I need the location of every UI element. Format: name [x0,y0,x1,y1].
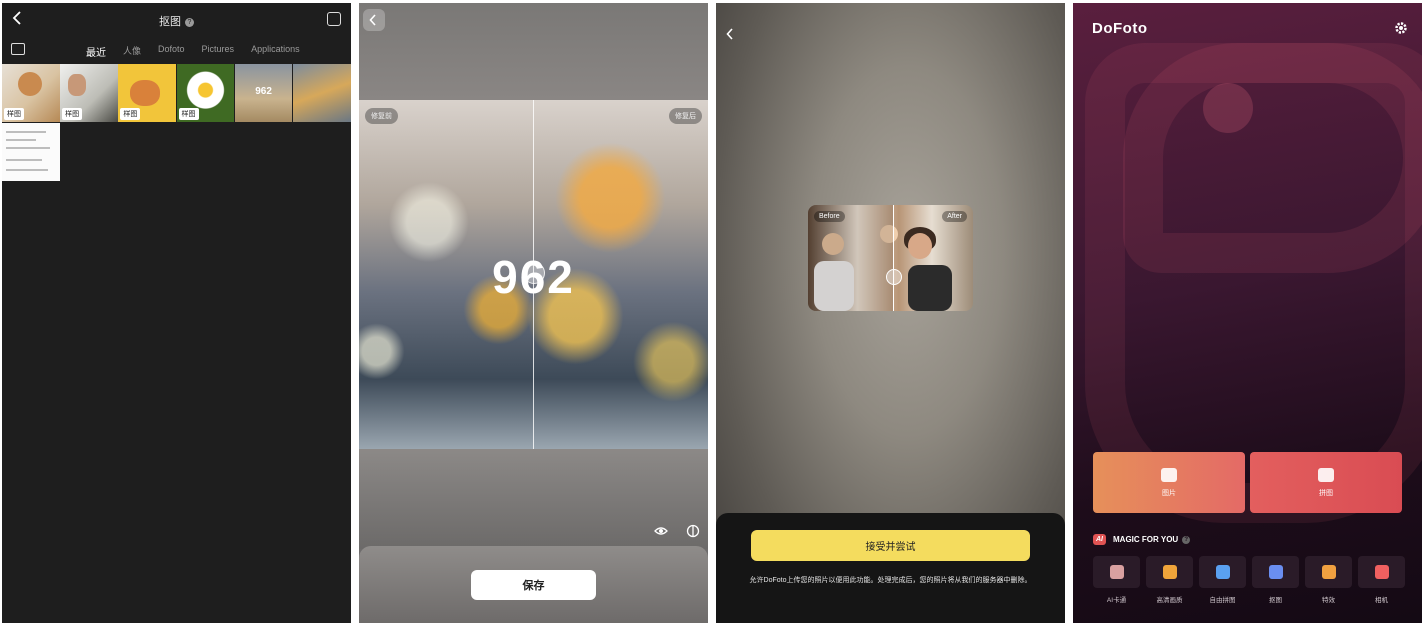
photo-thumbnail[interactable]: 样图 [2,64,60,122]
ai-badge: AI [1093,534,1106,545]
camera-icon [1374,565,1389,579]
tool-free-collage[interactable]: 自由拼图 [1199,556,1246,604]
save-button[interactable]: 保存 [471,570,596,600]
decorative-shape [1123,43,1422,273]
tool-label: 自由拼图 [1209,597,1236,604]
compare-slider-handle[interactable] [523,262,545,284]
tool-label: AI卡通 [1106,597,1127,604]
tool-ai-cartoon[interactable]: AI卡通 [1093,556,1140,604]
photo-card-label: 图片 [1162,489,1176,497]
fullscreen-icon[interactable] [327,12,341,26]
photo-thumbnail[interactable]: 962 [234,64,293,122]
free-collage-icon [1215,565,1230,579]
album-icon[interactable] [11,43,25,55]
sample-tag: 样图 [62,108,83,120]
after-label: 修复后 [669,108,702,124]
text-line [6,139,36,141]
image-icon [1161,467,1177,482]
tool-label: 相机 [1375,597,1388,604]
collage-card[interactable]: 拼图 [1250,452,1402,513]
compare-divider [893,205,894,311]
help-icon[interactable]: ? [185,18,194,27]
compare-icon[interactable] [686,524,700,538]
home-screen: DoFoto 图片 拼图 AI MAGIC FOR YOU ? AI卡通 高清画… [1073,3,1422,623]
tool-label: 抠图 [1269,597,1282,604]
photo-thumbnail[interactable] [292,64,351,122]
tool-label: 特效 [1322,597,1335,604]
cutout-icon [1268,565,1283,579]
view-controls [654,524,700,538]
before-label: 修复前 [365,108,398,124]
tab-applications[interactable]: Applications [251,44,300,59]
accept-and-try-button[interactable]: 接受并尝试 [751,530,1030,561]
tool-hd-quality[interactable]: 高清画质 [1146,556,1193,604]
magic-section-header: AI MAGIC FOR YOU ? [1093,534,1191,545]
figure-shape [908,233,932,259]
chevron-left-icon [726,28,733,40]
back-button[interactable] [726,27,734,45]
collage-icon [1318,467,1334,482]
photo-thumbnail[interactable]: 样图 [60,64,118,122]
screenshot-thumbnail[interactable] [2,123,60,181]
compare-image[interactable]: 修复前 修复后 962 [359,100,708,449]
back-button[interactable] [363,9,385,31]
album-tabs: 最近 人像 Dofoto Pictures Applications [86,44,317,59]
tab-recent[interactable]: 最近 [86,44,106,59]
consent-screen: Before After 接受并尝试 允许DoFoto上传您的照片以便用此功能。… [716,3,1065,623]
tab-portrait[interactable]: 人像 [123,44,141,59]
top-backdrop [359,3,708,100]
help-icon[interactable]: ? [1182,535,1191,544]
consent-text: 允许DoFoto上传您的照片以便用此功能。处理完成后，您的照片将从我们的服务器中… [749,577,1032,584]
eye-icon[interactable] [654,524,668,538]
compare-screen: 修复前 修复后 962 保存 [359,3,708,623]
gear-glyph [1395,22,1407,34]
tool-effects[interactable]: 特效 [1305,556,1352,604]
text-line [6,131,46,133]
sample-tag: 样图 [4,108,24,120]
consent-sheet: 接受并尝试 允许DoFoto上传您的照片以便用此功能。处理完成后，您的照片将从我… [716,513,1065,623]
ai-cartoon-icon [1109,565,1124,579]
thumbnail-overlay-text: 962 [255,86,272,97]
tab-pictures[interactable]: Pictures [202,44,235,59]
tool-cutout[interactable]: 抠图 [1252,556,1299,604]
gallery-screen: 抠图? 最近 人像 Dofoto Pictures Applications 样… [2,3,351,623]
page-title-text: 抠图 [159,16,181,28]
text-line [6,159,42,161]
magic-section-title: MAGIC FOR YOU [1113,535,1179,544]
photo-thumbnail[interactable]: 样图 [118,64,177,122]
eye-glyph [654,527,668,535]
sample-tag: 样图 [120,108,141,120]
page-title: 抠图? [2,13,351,29]
sample-tag: 样图 [178,108,199,120]
collage-card-label: 拼图 [1319,489,1333,497]
hd-icon [1162,565,1177,579]
tool-label: 高清画质 [1156,597,1183,604]
compare-slider-handle [886,269,902,285]
tools-row: AI卡通 高清画质 自由拼图 抠图 特效 相机 [1093,556,1405,604]
after-label: After [942,211,967,222]
gear-icon[interactable] [1394,21,1408,35]
text-line [6,147,50,149]
tool-camera[interactable]: 相机 [1358,556,1405,604]
gallery-header: 抠图? [2,3,351,38]
figure-shape [908,265,952,311]
photo-thumbnail[interactable]: 样图 [176,64,235,122]
compare-glyph [686,524,700,538]
before-after-preview: Before After [808,205,973,311]
decorative-shape [1203,83,1253,133]
app-logo: DoFoto [1092,20,1148,37]
text-line [6,169,48,171]
before-label: Before [814,211,845,222]
photo-edit-card[interactable]: 图片 [1093,452,1245,513]
chevron-left-icon [369,14,376,26]
photo-grid: 样图 样图 样图 样图 962 [2,64,351,122]
sparkle-icon [1321,565,1336,579]
tab-dofoto[interactable]: Dofoto [158,44,185,59]
